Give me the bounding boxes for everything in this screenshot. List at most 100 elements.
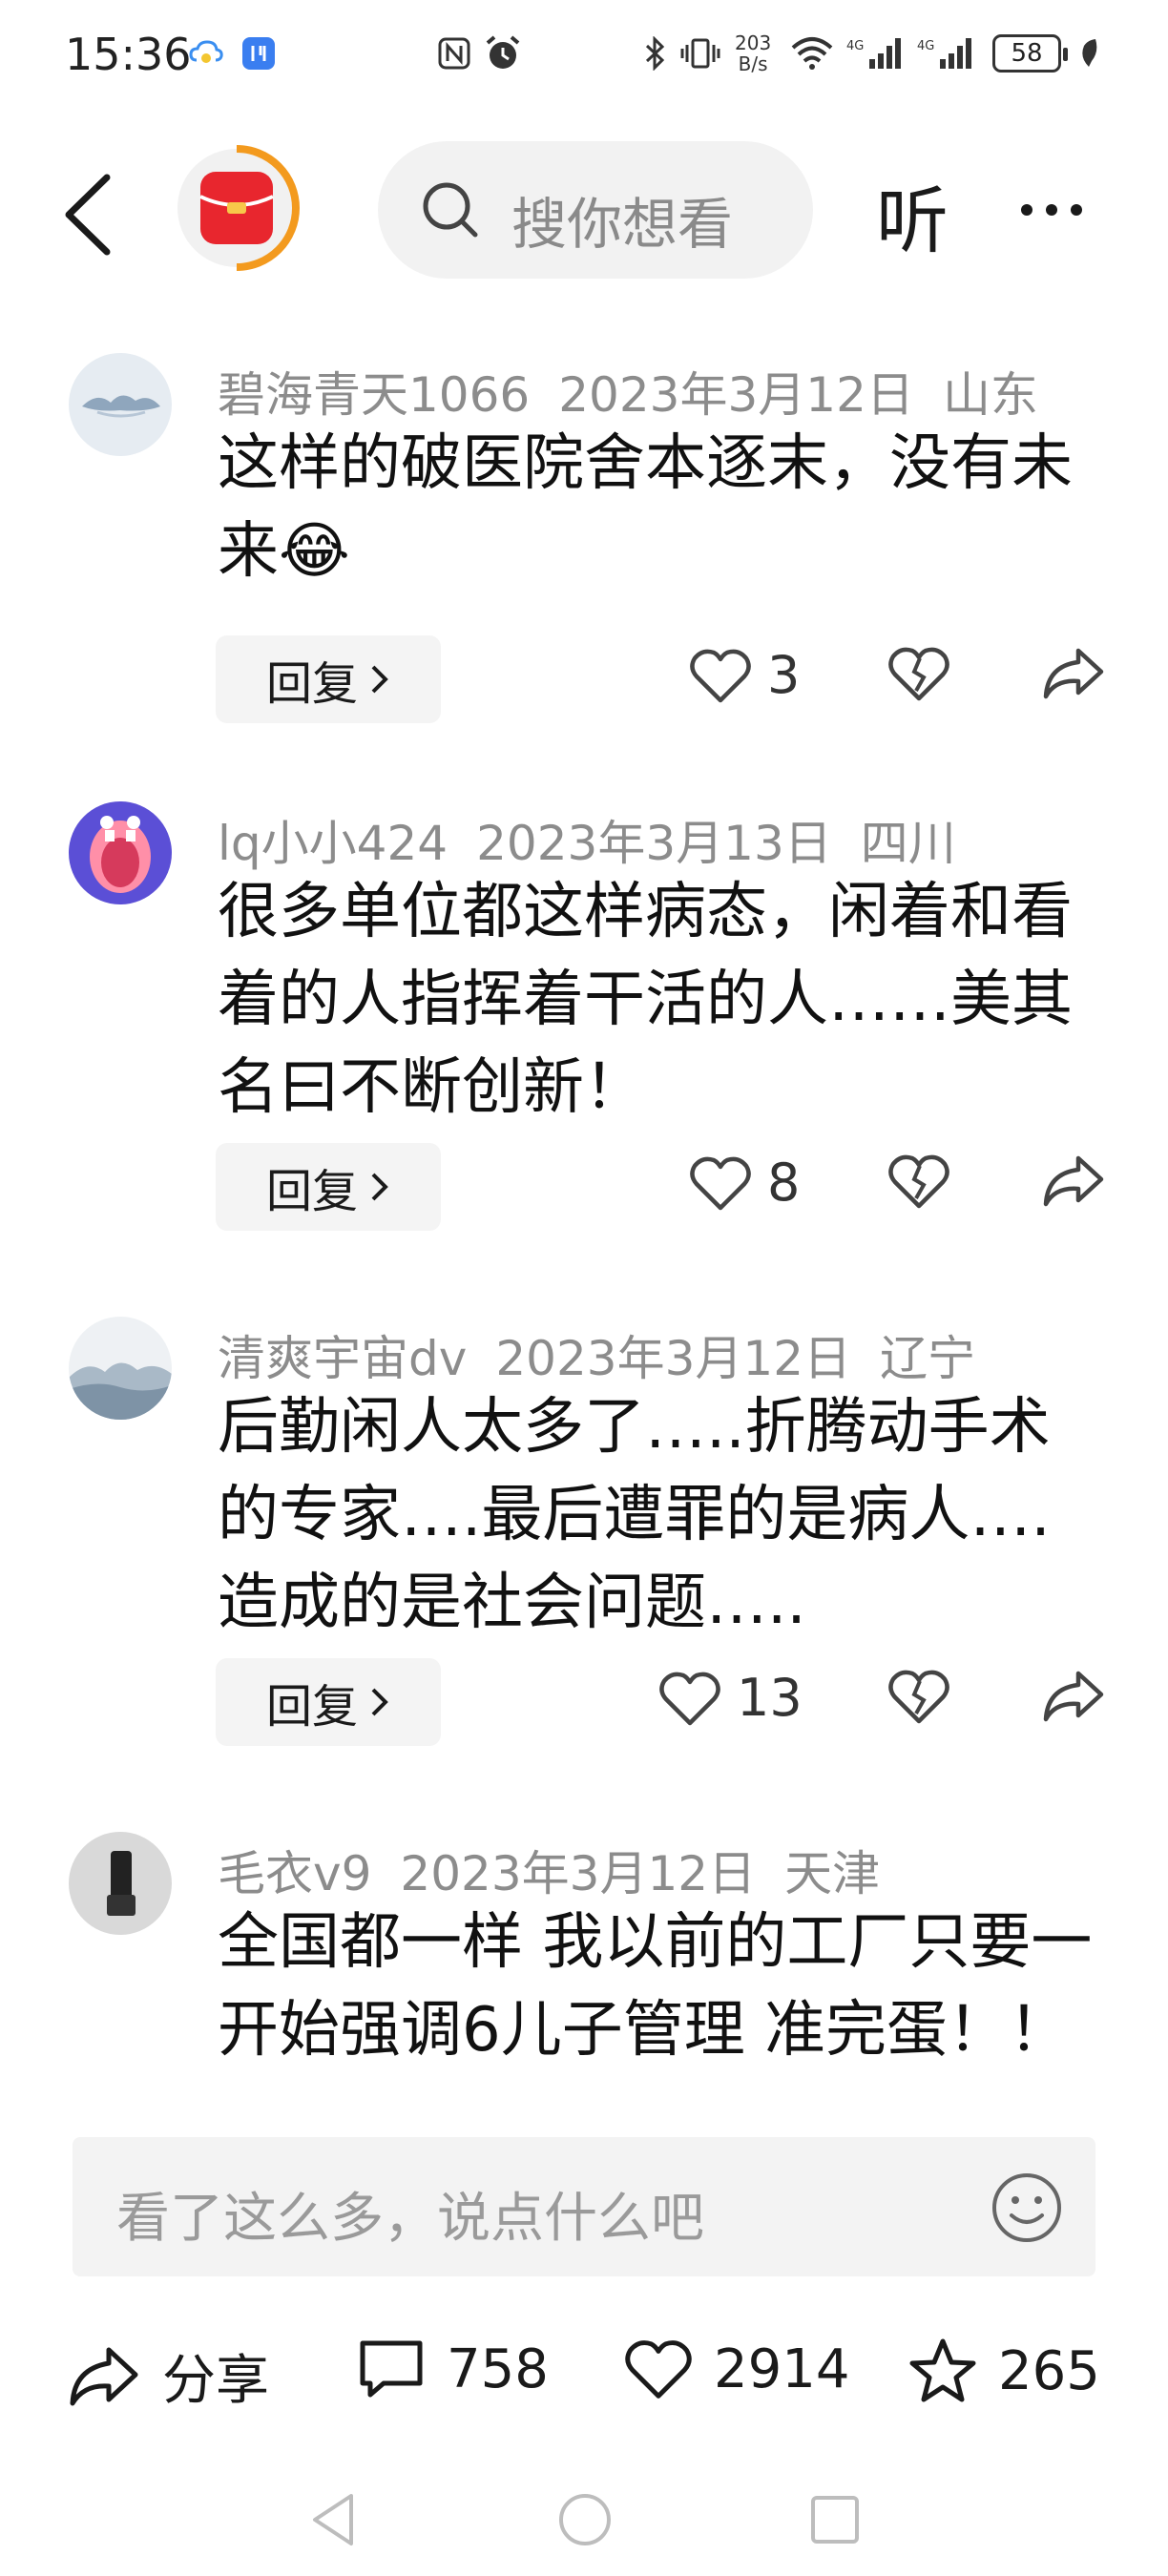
star-icon <box>909 2338 976 2402</box>
like-count: 8 <box>767 1153 801 1213</box>
comment-text: 全国都一样 我以前的工厂只要一开始强调6儿子管理 准完蛋！！ <box>218 1907 1093 2066</box>
broken-heart-icon <box>888 1670 949 1724</box>
svg-text:4G: 4G <box>846 39 864 53</box>
network-speed-value: 203 <box>735 31 772 54</box>
comment-text: 这样的破医院舍本逐末，没有未来😂 <box>218 428 1073 587</box>
user-avatar[interactable] <box>69 353 172 456</box>
share-arrow-icon <box>1043 1671 1104 1722</box>
comment-date: 2023年3月12日 <box>495 1331 852 1386</box>
network-speed-unit: B/s <box>738 52 768 75</box>
comment-text: 很多单位都这样病态，闲着和看着的人指挥着干活的人……美其名曰不断创新！ <box>218 877 1073 1123</box>
leaf-icon <box>1076 36 1101 71</box>
comment-item: 毛衣v9 2023年3月12日 天津 全国都一样 我以前的工厂只要一开始强调6儿子管… <box>0 1813 1168 2118</box>
share-comment-button[interactable] <box>1040 1153 1107 1210</box>
share-arrow-icon <box>70 2347 138 2405</box>
share-arrow-icon <box>1043 648 1104 699</box>
nav-home-icon[interactable] <box>552 2486 618 2553</box>
comment-date: 2023年3月12日 <box>400 1846 757 1901</box>
like-button[interactable]: 13 <box>658 1668 803 1728</box>
heart-icon <box>690 1156 751 1210</box>
back-button[interactable] <box>59 172 126 258</box>
share-comment-button[interactable] <box>1040 1668 1107 1725</box>
cellular-signal-icon-2: 4G <box>916 36 973 71</box>
red-envelope-icon <box>177 145 301 271</box>
user-avatar[interactable] <box>69 1832 172 1935</box>
nfc-icon <box>435 36 473 71</box>
share-label: 分享 <box>162 2350 269 2412</box>
reply-label: 回复 <box>265 1680 358 1734</box>
chevron-right-icon <box>371 1173 388 1201</box>
nav-back-icon[interactable] <box>302 2486 368 2553</box>
username[interactable]: 清爽宇宙dv <box>218 1331 467 1386</box>
like-count: 13 <box>737 1668 803 1728</box>
like-count-total: 2914 <box>714 2337 850 2400</box>
comment-item: lq小小424 2023年3月13日 四川 很多单位都这样病态，闲着和看着的人指挥着… <box>0 782 1168 1317</box>
share-button[interactable]: 分享 <box>67 2337 269 2415</box>
user-avatar[interactable] <box>69 801 172 904</box>
reply-label: 回复 <box>265 1165 358 1218</box>
search-placeholder: 搜你想看 <box>511 192 734 257</box>
emoji-icon[interactable] <box>989 2170 1065 2246</box>
system-nav-bar <box>0 2462 1168 2576</box>
search-box[interactable]: 搜你想看 <box>378 141 813 279</box>
more-options-button[interactable] <box>1021 181 1107 239</box>
app-notification-icon <box>240 36 277 71</box>
comment-date: 2023年3月13日 <box>476 816 832 871</box>
comment-item: 清爽宇宙dv 2023年3月12日 辽宁 后勤闲人太多了…..折腾动手术的专家….最… <box>0 1298 1168 1832</box>
username[interactable]: lq小小424 <box>218 816 448 871</box>
comment-location: 辽宁 <box>880 1331 976 1386</box>
comment-input-placeholder: 看了这么多，说点什么吧 <box>116 2188 704 2250</box>
reply-button[interactable]: 回复 <box>216 1658 441 1746</box>
user-avatar[interactable] <box>69 1317 172 1420</box>
broken-heart-icon <box>888 647 949 701</box>
comments-button[interactable]: 758 <box>357 2337 549 2400</box>
comment-location: 四川 <box>860 816 956 871</box>
comment-text: 后勤闲人太多了…..折腾动手术的专家….最后遭罪的是病人….造成的是社会问题….… <box>218 1392 1051 1638</box>
broken-heart-icon <box>888 1154 949 1209</box>
favorite-count: 265 <box>998 2339 1100 2402</box>
alarm-icon <box>483 35 523 71</box>
status-time: 15:36 <box>65 29 192 80</box>
reply-button[interactable]: 回复 <box>216 635 441 723</box>
bluetooth-icon <box>641 36 670 71</box>
heart-icon <box>625 2340 692 2399</box>
dislike-button[interactable] <box>887 645 950 702</box>
comment-bubble-icon <box>360 2340 423 2398</box>
reply-label: 回复 <box>265 657 358 711</box>
app-logo-button[interactable] <box>172 143 302 273</box>
svg-text:4G: 4G <box>917 39 934 53</box>
chevron-left-icon <box>65 174 111 256</box>
vibrate-icon <box>679 36 721 71</box>
comment-list[interactable]: 碧海青天1066 2023年3月12日 山东 这样的破医院舍本逐末，没有未来😂 回复… <box>0 324 1168 2118</box>
cellular-signal-icon-1: 4G <box>845 36 903 71</box>
dislike-button[interactable] <box>887 1153 950 1210</box>
dot-icon <box>1021 204 1032 216</box>
comment-location: 天津 <box>784 1846 881 1901</box>
battery-indicator: 58 <box>992 34 1068 73</box>
username[interactable]: 毛衣v9 <box>218 1846 371 1901</box>
wifi-icon <box>788 36 836 71</box>
listen-button[interactable]: 听 <box>876 162 949 267</box>
comment-meta: 清爽宇宙dv 2023年3月12日 辽宁 <box>218 1320 1004 1389</box>
comment-date: 2023年3月12日 <box>558 367 914 423</box>
comment-input[interactable]: 看了这么多，说点什么吧 <box>73 2137 1095 2276</box>
heart-icon <box>659 1672 720 1725</box>
like-article-button[interactable]: 2914 <box>624 2337 850 2400</box>
reply-button[interactable]: 回复 <box>216 1143 441 1231</box>
network-speed: 203 B/s <box>735 32 771 74</box>
share-comment-button[interactable] <box>1040 645 1107 702</box>
comment-meta: 毛衣v9 2023年3月12日 天津 <box>218 1836 908 1904</box>
username[interactable]: 碧海青天1066 <box>218 367 530 423</box>
bottom-toolbar: 分享 758 2914 265 <box>0 2309 1168 2433</box>
like-button[interactable]: 3 <box>689 645 800 705</box>
dot-icon <box>1046 204 1057 216</box>
like-button[interactable]: 8 <box>689 1153 800 1213</box>
heart-icon <box>690 649 751 702</box>
nav-recents-icon[interactable] <box>802 2486 868 2553</box>
comment-meta: lq小小424 2023年3月13日 四川 <box>218 805 985 874</box>
status-bar: 15:36 203 B/s 4G 4G 58 <box>0 0 1168 114</box>
favorite-button[interactable]: 265 <box>908 2337 1100 2404</box>
chevron-right-icon <box>371 665 388 694</box>
comment-count: 758 <box>447 2337 549 2400</box>
dislike-button[interactable] <box>887 1668 950 1725</box>
